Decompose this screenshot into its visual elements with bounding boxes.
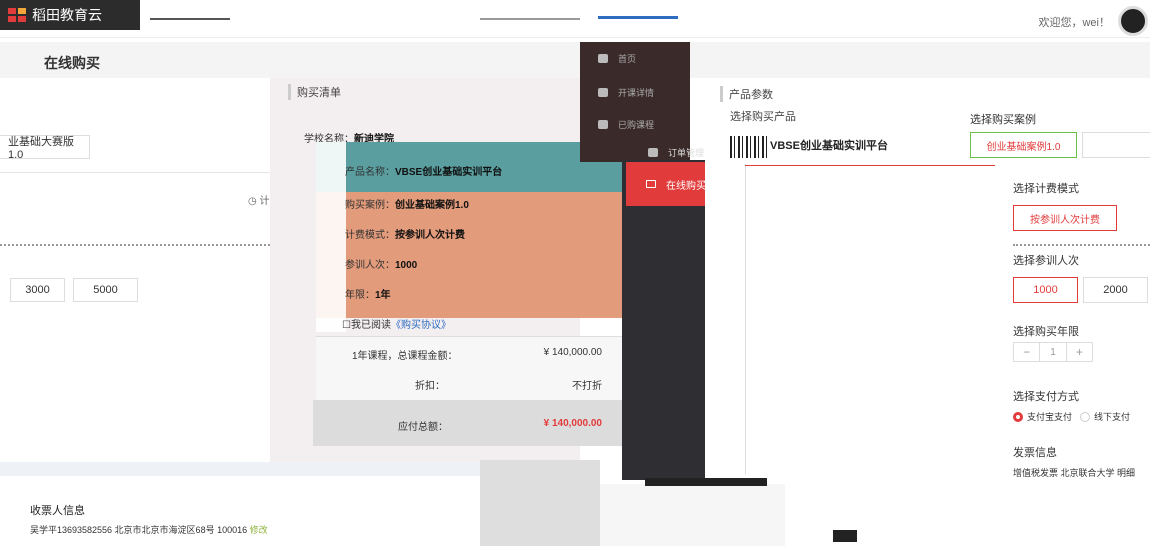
payable-value: ¥ 140,000.00: [543, 418, 602, 429]
menu-item-course-details[interactable]: 开课详情: [598, 86, 654, 99]
render-glitch: [833, 530, 857, 542]
years-row: 年限：1年: [345, 286, 391, 301]
purchase-list-title: 购买清单: [288, 84, 341, 100]
total-label: 1年课程，总课程金额：: [352, 351, 458, 362]
menu-item-label: 开课详情: [618, 88, 655, 98]
product-row: 产品名称：VBSE创业基础实训平台: [345, 163, 502, 178]
invoice-title: 发票信息: [1013, 447, 1057, 459]
product-option[interactable]: VBSE创业基础实训平台: [770, 137, 888, 153]
years-label: 年限：: [345, 290, 375, 301]
payment-title: 选择支付方式: [1013, 391, 1079, 403]
choose-case-title: 选择购买案例: [970, 114, 1036, 126]
render-glitch: [730, 136, 770, 158]
totals-box: [316, 336, 622, 402]
payable-label: 应付总额：: [398, 422, 448, 433]
brand-logo[interactable]: 稻田教育云: [0, 0, 140, 30]
menu-item-label: 首页: [618, 54, 637, 64]
product-value: VBSE创业基础实训平台: [395, 167, 503, 178]
count-option[interactable]: 2000: [1083, 277, 1148, 303]
overlay-block: [480, 460, 600, 546]
years-stepper[interactable]: − 1 +: [1013, 342, 1093, 362]
case-value: 创业基础案例1.0: [395, 200, 469, 211]
billing-mode-title: 选择计费模式: [1013, 183, 1079, 195]
invoice-details: 增值税发票 北京联合大学 明细: [1013, 468, 1136, 478]
avatar[interactable]: [1118, 6, 1148, 36]
product-label: 产品名称：: [345, 167, 395, 178]
payment-option-offline[interactable]: 线下支付: [1080, 410, 1130, 423]
cart-icon: [646, 180, 656, 188]
billing-value: 按参训人次计费: [395, 230, 465, 241]
menu-item-label: 订单管理: [668, 148, 705, 158]
agreement-link[interactable]: 《购买协议》: [391, 320, 451, 331]
recipient-title: 收票人信息: [30, 505, 85, 517]
product-params-title: 产品参数: [720, 86, 773, 102]
plus-icon[interactable]: +: [1067, 343, 1092, 361]
case-label: 购买案例：: [345, 200, 395, 211]
count-value: 1000: [395, 260, 418, 271]
brand-name: 稻田教育云: [32, 7, 102, 23]
edit-recipient-link[interactable]: 修改: [250, 525, 268, 535]
recipient-line: 吴学平13693582556 北京市北京市海淀区68号 100016 修改: [30, 523, 268, 536]
render-glitch: [645, 478, 767, 486]
menu-item-purchased-courses[interactable]: 已购课程: [598, 118, 654, 131]
case-option-more[interactable]: [1082, 132, 1150, 158]
order-icon: [648, 148, 658, 157]
payment-option-label: 线下支付: [1094, 412, 1131, 422]
discount-label: 折扣：: [415, 381, 445, 392]
logo-mark-icon: [8, 8, 26, 22]
welcome-text: 欢迎您，wei！: [1038, 17, 1110, 29]
minus-icon[interactable]: −: [1014, 343, 1039, 361]
page-header-right: [690, 42, 1150, 78]
render-glitch: [598, 16, 678, 19]
case-row: 购买案例：创业基础案例1.0: [345, 196, 469, 211]
render-glitch: [150, 18, 230, 20]
payment-option-alipay[interactable]: 支付宝支付: [1013, 410, 1072, 423]
label-column: [316, 142, 346, 332]
content-area: [745, 164, 995, 474]
years-title: 选择购买年限: [1013, 326, 1079, 338]
count-option-selected[interactable]: 1000: [1013, 277, 1078, 303]
menu-item-orders[interactable]: 订单管理: [648, 146, 704, 159]
menu-item-home[interactable]: 首页: [598, 52, 636, 65]
dotted-divider: [0, 244, 310, 246]
selected-case-field[interactable]: 业基础大赛版1.0: [0, 135, 90, 161]
choose-product-title: 选择购买产品: [730, 111, 796, 123]
address-strip: [0, 462, 480, 476]
menu-item-label: 已购课程: [618, 120, 655, 130]
radio-checked-icon: [1013, 411, 1023, 422]
discount-value: 不打折: [572, 381, 602, 392]
count-row: 参训人次：1000: [345, 256, 417, 271]
overlay-block: [600, 484, 785, 546]
payment-option-label: 支付宝支付: [1027, 412, 1073, 422]
menu-item-label: 在线购买: [666, 180, 706, 192]
clock-icon: ◷: [248, 196, 260, 207]
accent-line: [745, 165, 995, 166]
recipient-info: 吴学平13693582556 北京市北京市海淀区68号 100016: [30, 525, 248, 535]
count-label: 参训人次：: [345, 260, 395, 271]
database-icon: [598, 88, 608, 97]
billing-mode-option[interactable]: 按参训人次计费: [1013, 205, 1117, 231]
divider: [0, 172, 310, 173]
count-title: 选择参训人次: [1013, 255, 1079, 267]
agreement-row: ☐我已阅读《购买协议》: [342, 316, 451, 331]
years-value: 1年: [375, 290, 391, 301]
page-title: 在线购买: [44, 55, 100, 71]
agree-checkbox[interactable]: ☐: [342, 320, 351, 331]
count-option[interactable]: 5000: [73, 278, 138, 302]
home-icon: [598, 54, 608, 63]
count-option[interactable]: 3000: [10, 278, 65, 302]
years-value[interactable]: 1: [1039, 343, 1067, 361]
render-glitch: [480, 18, 580, 20]
radio-icon: [1080, 411, 1090, 422]
agree-text: 我已阅读: [350, 320, 391, 331]
briefcase-icon: [598, 120, 608, 129]
total-value: ¥ 140,000.00: [543, 347, 602, 358]
billing-label: 计费模式：: [345, 230, 395, 241]
case-option[interactable]: 创业基础案例1.0: [970, 132, 1077, 158]
dotted-divider: [1013, 244, 1150, 246]
billing-row: 计费模式：按参训人次计费: [345, 226, 465, 241]
